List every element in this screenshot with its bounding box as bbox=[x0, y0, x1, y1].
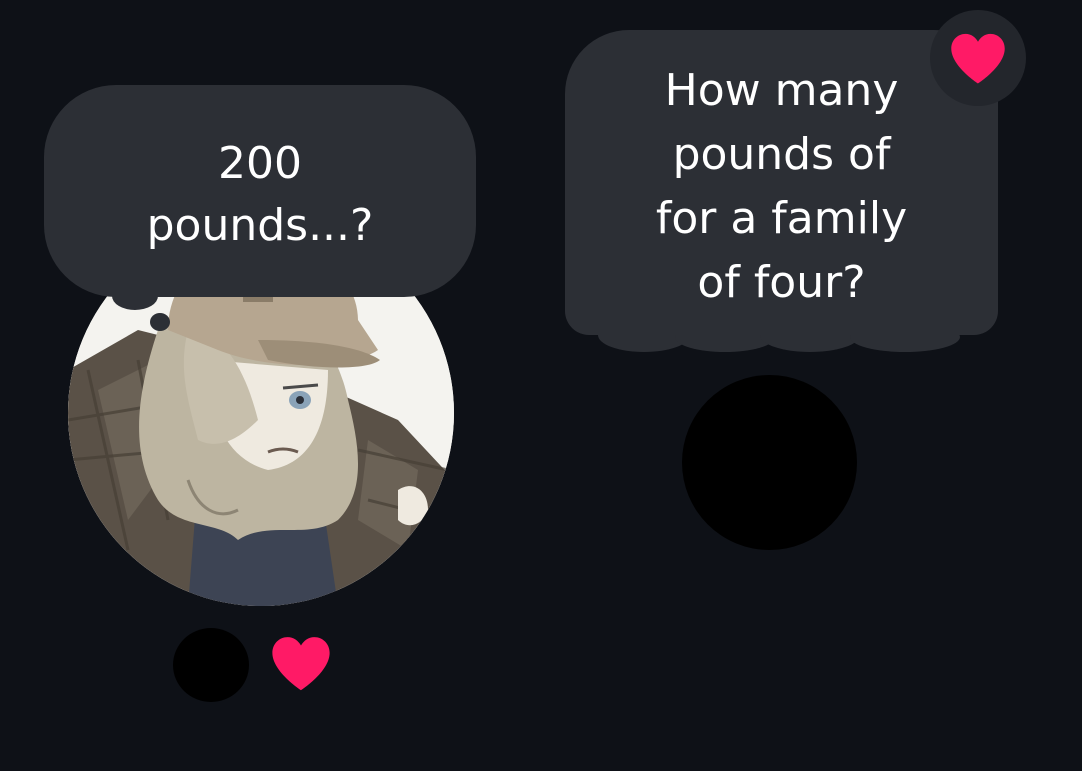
heart-icon bbox=[947, 30, 1009, 86]
thought-dot bbox=[150, 313, 170, 331]
message-text: How many pounds of for a family of four? bbox=[655, 64, 908, 308]
like-badge[interactable] bbox=[930, 10, 1026, 106]
reaction-heart-button[interactable] bbox=[268, 633, 334, 693]
heart-icon bbox=[268, 633, 334, 693]
message-bubble-left[interactable]: 200 pounds...? bbox=[44, 85, 476, 297]
message-text: 200 pounds...? bbox=[146, 138, 374, 251]
reactor-avatar[interactable] bbox=[173, 628, 249, 702]
redacted-avatar-icon[interactable] bbox=[682, 375, 857, 550]
